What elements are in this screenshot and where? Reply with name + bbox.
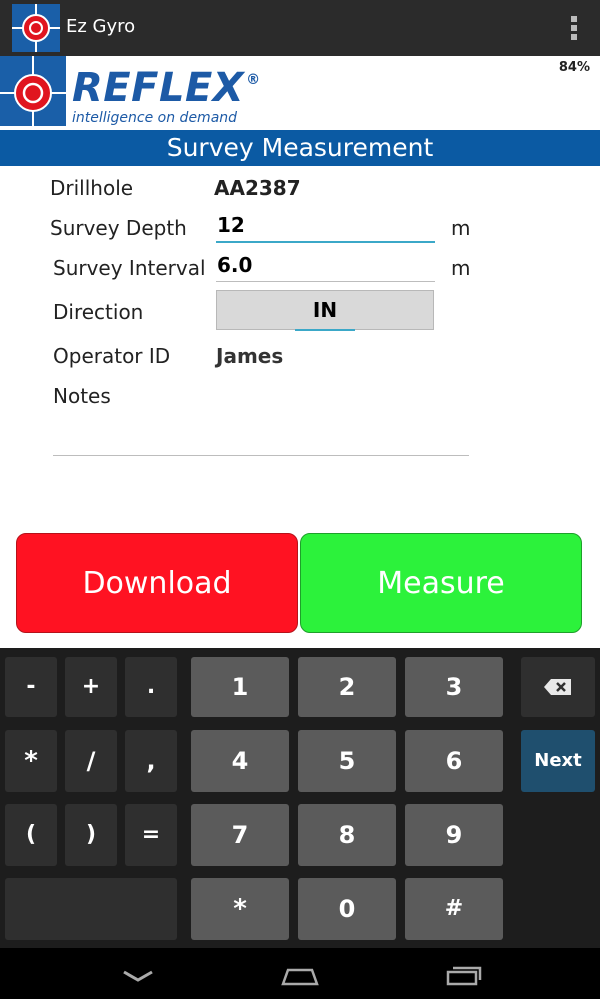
notes-input[interactable] bbox=[53, 418, 469, 456]
direction-label: Direction bbox=[53, 300, 144, 324]
key-open-paren[interactable]: ( bbox=[5, 804, 57, 866]
notes-label: Notes bbox=[53, 384, 111, 408]
key-equals[interactable]: = bbox=[125, 804, 177, 866]
survey-depth-unit: m bbox=[451, 216, 471, 240]
brand-name: REFLEX bbox=[72, 65, 245, 111]
app-icon bbox=[12, 4, 60, 52]
key-plus[interactable]: + bbox=[65, 657, 117, 717]
key-star[interactable]: * bbox=[191, 878, 289, 940]
survey-interval-label: Survey Interval bbox=[53, 256, 206, 280]
key-close-paren[interactable]: ) bbox=[65, 804, 117, 866]
drillhole-value: AA2387 bbox=[214, 176, 301, 200]
back-icon[interactable] bbox=[120, 966, 156, 986]
key-minus[interactable]: - bbox=[5, 657, 57, 717]
next-key[interactable]: Next bbox=[521, 730, 595, 792]
key-5[interactable]: 5 bbox=[298, 730, 396, 792]
key-slash[interactable]: / bbox=[65, 730, 117, 792]
app-title: Ez Gyro bbox=[66, 16, 136, 37]
key-period[interactable]: . bbox=[125, 657, 177, 717]
action-bar: Ez Gyro bbox=[0, 0, 600, 57]
direction-toggle-button[interactable]: IN bbox=[216, 290, 434, 331]
numeric-keyboard: - + . 1 2 3 * / , 4 5 6 Next ( ) = 7 8 9… bbox=[0, 648, 600, 948]
survey-depth-label: Survey Depth bbox=[50, 216, 187, 240]
download-button[interactable]: Download bbox=[16, 533, 298, 633]
key-4[interactable]: 4 bbox=[191, 730, 289, 792]
key-asterisk[interactable]: * bbox=[5, 730, 57, 792]
operator-id-label: Operator ID bbox=[53, 344, 171, 368]
key-blank[interactable] bbox=[5, 878, 177, 940]
direction-value: IN bbox=[294, 291, 356, 331]
key-8[interactable]: 8 bbox=[298, 804, 396, 866]
key-0[interactable]: 0 bbox=[298, 878, 396, 940]
recents-icon[interactable] bbox=[444, 963, 484, 987]
key-6[interactable]: 6 bbox=[405, 730, 503, 792]
home-icon[interactable] bbox=[280, 964, 320, 988]
screen: Ez Gyro REFLEX ® intelligence on demand 8… bbox=[0, 0, 600, 999]
measure-button[interactable]: Measure bbox=[300, 533, 582, 633]
drillhole-label: Drillhole bbox=[50, 176, 134, 200]
key-hash[interactable]: # bbox=[405, 878, 503, 940]
key-comma[interactable]: , bbox=[125, 730, 177, 792]
backspace-icon bbox=[544, 679, 571, 695]
brand-tagline: intelligence on demand bbox=[72, 110, 238, 126]
backspace-key[interactable] bbox=[521, 657, 595, 717]
survey-depth-input[interactable]: 12 bbox=[216, 213, 435, 243]
survey-interval-unit: m bbox=[451, 256, 471, 280]
key-1[interactable]: 1 bbox=[191, 657, 289, 717]
reflex-target-icon bbox=[0, 56, 66, 126]
key-9[interactable]: 9 bbox=[405, 804, 503, 866]
key-3[interactable]: 3 bbox=[405, 657, 503, 717]
key-2[interactable]: 2 bbox=[298, 657, 396, 717]
battery-level: 84% bbox=[558, 60, 590, 75]
survey-interval-input[interactable]: 6.0 bbox=[216, 253, 435, 282]
system-nav-bar bbox=[0, 948, 600, 999]
overflow-menu-icon[interactable] bbox=[570, 16, 578, 40]
brand-logo: REFLEX ® bbox=[72, 68, 261, 108]
screen-title: Survey Measurement bbox=[0, 130, 600, 166]
brand-header: REFLEX ® intelligence on demand 84% bbox=[0, 56, 600, 128]
key-7[interactable]: 7 bbox=[191, 804, 289, 866]
operator-id-value: James bbox=[216, 344, 284, 368]
registered-mark: ® bbox=[246, 72, 261, 88]
